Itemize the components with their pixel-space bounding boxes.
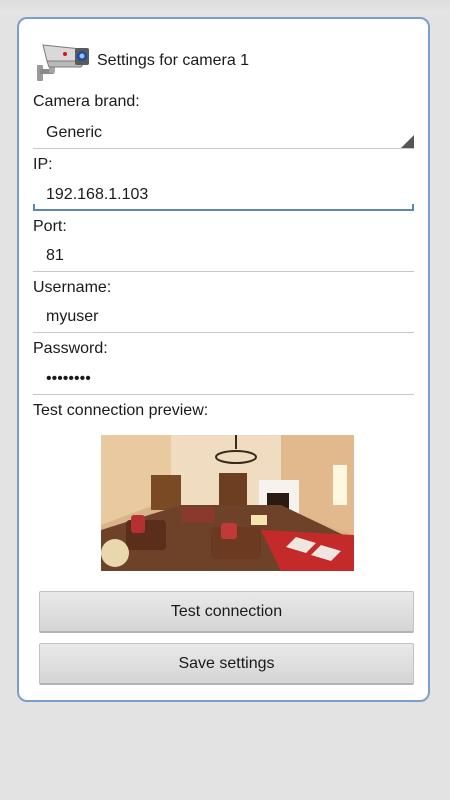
camera-brand-select[interactable]: Generic [33, 119, 414, 149]
dialog-header: Settings for camera 1 [35, 39, 249, 83]
username-value: myuser [46, 308, 99, 325]
username-label: Username: [33, 279, 112, 296]
ip-label: IP: [33, 156, 53, 173]
password-input[interactable]: •••••••• [33, 365, 414, 395]
save-settings-button[interactable]: Save settings [39, 643, 414, 685]
username-input[interactable]: myuser [33, 303, 414, 333]
camera-settings-dialog: Settings for camera 1 Camera brand: Gene… [17, 17, 430, 702]
camera-brand-label: Camera brand: [33, 93, 140, 110]
status-strip [0, 0, 450, 14]
preview-label: Test connection preview: [33, 402, 209, 419]
security-camera-icon [37, 44, 89, 81]
port-input[interactable]: 81 [33, 242, 414, 272]
camera-brand-value: Generic [46, 124, 103, 141]
ip-value: 192.168.1.103 [46, 186, 149, 203]
ip-input[interactable]: 192.168.1.103 [33, 181, 414, 211]
password-value: •••••••• [46, 370, 91, 387]
dialog-title: Settings for camera 1 [97, 52, 250, 69]
password-label: Password: [33, 340, 108, 357]
test-connection-button[interactable]: Test connection [39, 591, 414, 633]
port-label: Port: [33, 218, 67, 235]
dropdown-arrow-icon [401, 135, 414, 148]
port-value: 81 [46, 247, 64, 264]
screen: Settings for camera 1 Camera brand: Gene… [0, 0, 450, 800]
camera-preview-image [101, 435, 354, 571]
